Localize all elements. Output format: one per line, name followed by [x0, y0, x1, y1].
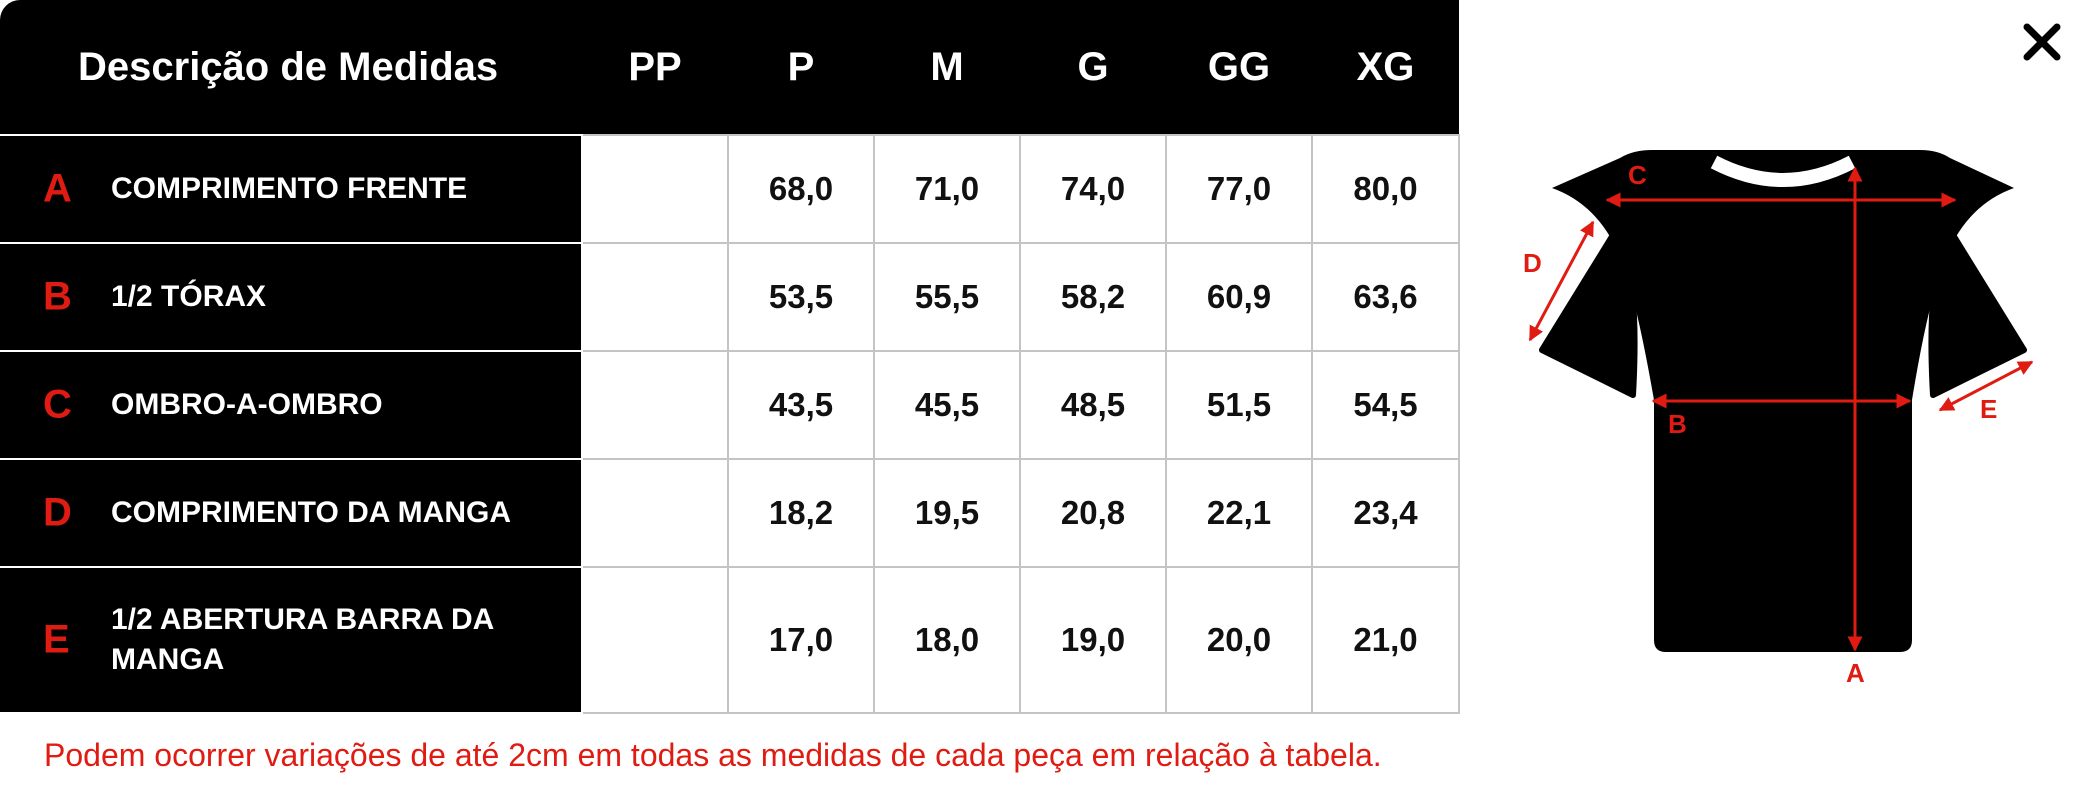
- value-cell: 80,0: [1311, 134, 1460, 244]
- value-cell: 22,1: [1165, 458, 1313, 568]
- value-cell: 58,2: [1019, 242, 1167, 352]
- table-title: Descrição de Medidas: [0, 0, 582, 135]
- close-icon: [2023, 23, 2061, 61]
- row-label-a: A COMPRIMENTO FRENTE: [0, 134, 583, 244]
- row-letter: D: [43, 490, 72, 535]
- value-cell: [581, 350, 729, 460]
- size-header-g: G: [1020, 0, 1166, 135]
- table-row: D COMPRIMENTO DA MANGA 18,2 19,5 20,8 22…: [0, 458, 1460, 568]
- row-label-b: B 1/2 TÓRAX: [0, 242, 583, 352]
- diagram-label-e: E: [1980, 394, 1997, 424]
- value-cell: 19,5: [873, 458, 1021, 568]
- row-name: OMBRO-A-OMBRO: [111, 388, 383, 421]
- value-cell: 68,0: [727, 134, 875, 244]
- row-letter: B: [43, 274, 72, 319]
- value-cell: 77,0: [1165, 134, 1313, 244]
- value-cell: 54,5: [1311, 350, 1460, 460]
- row-name: 1/2 ABERTURA BARRA DA MANGA: [111, 603, 494, 676]
- size-header-p: P: [728, 0, 874, 135]
- row-letter: C: [43, 382, 72, 427]
- diagram-label-d: D: [1523, 248, 1542, 278]
- value-cell: 63,6: [1311, 242, 1460, 352]
- value-cell: 60,9: [1165, 242, 1313, 352]
- row-name: COMPRIMENTO DA MANGA: [111, 496, 511, 529]
- table-header-row: Descrição de Medidas PP P M G GG XG: [0, 0, 1459, 135]
- value-cell: 71,0: [873, 134, 1021, 244]
- close-button[interactable]: [2018, 18, 2066, 66]
- value-cell: 74,0: [1019, 134, 1167, 244]
- value-cell: 18,0: [873, 566, 1021, 714]
- row-name: COMPRIMENTO FRENTE: [111, 172, 468, 205]
- row-name: 1/2 TÓRAX: [111, 280, 267, 313]
- row-letter: E: [43, 617, 70, 662]
- value-cell: 53,5: [727, 242, 875, 352]
- value-cell: [581, 134, 729, 244]
- measurement-disclaimer: Podem ocorrer variações de até 2cm em to…: [44, 737, 1382, 773]
- size-header-gg: GG: [1166, 0, 1312, 135]
- value-cell: 17,0: [727, 566, 875, 714]
- tshirt-measurement-diagram: A B C D E: [1523, 150, 2034, 688]
- size-header-xg: XG: [1312, 0, 1459, 135]
- size-chart-table: Descrição de Medidas PP P M G GG XG A CO…: [0, 0, 1460, 714]
- size-header-pp: PP: [582, 0, 728, 135]
- table-row: A COMPRIMENTO FRENTE 68,0 71,0 74,0 77,0…: [0, 134, 1460, 244]
- diagram-label-b: B: [1668, 409, 1687, 439]
- value-cell: 18,2: [727, 458, 875, 568]
- value-cell: 43,5: [727, 350, 875, 460]
- value-cell: 45,5: [873, 350, 1021, 460]
- row-label-d: D COMPRIMENTO DA MANGA: [0, 458, 583, 568]
- value-cell: [581, 458, 729, 568]
- diagram-label-a: A: [1846, 658, 1865, 688]
- value-cell: 48,5: [1019, 350, 1167, 460]
- table-row: B 1/2 TÓRAX 53,5 55,5 58,2 60,9 63,6: [0, 242, 1460, 352]
- row-label-e: E 1/2 ABERTURA BARRA DA MANGA: [0, 566, 583, 714]
- value-cell: [581, 242, 729, 352]
- value-cell: 20,8: [1019, 458, 1167, 568]
- value-cell: 23,4: [1311, 458, 1460, 568]
- row-letter: A: [43, 166, 72, 211]
- table-row: E 1/2 ABERTURA BARRA DA MANGA 17,0 18,0 …: [0, 566, 1460, 714]
- value-cell: [581, 566, 729, 714]
- size-header-m: M: [874, 0, 1020, 135]
- table-row: C OMBRO-A-OMBRO 43,5 45,5 48,5 51,5 54,5: [0, 350, 1460, 460]
- value-cell: 19,0: [1019, 566, 1167, 714]
- row-label-c: C OMBRO-A-OMBRO: [0, 350, 583, 460]
- value-cell: 51,5: [1165, 350, 1313, 460]
- value-cell: 20,0: [1165, 566, 1313, 714]
- diagram-label-c: C: [1628, 160, 1647, 190]
- value-cell: 55,5: [873, 242, 1021, 352]
- value-cell: 21,0: [1311, 566, 1460, 714]
